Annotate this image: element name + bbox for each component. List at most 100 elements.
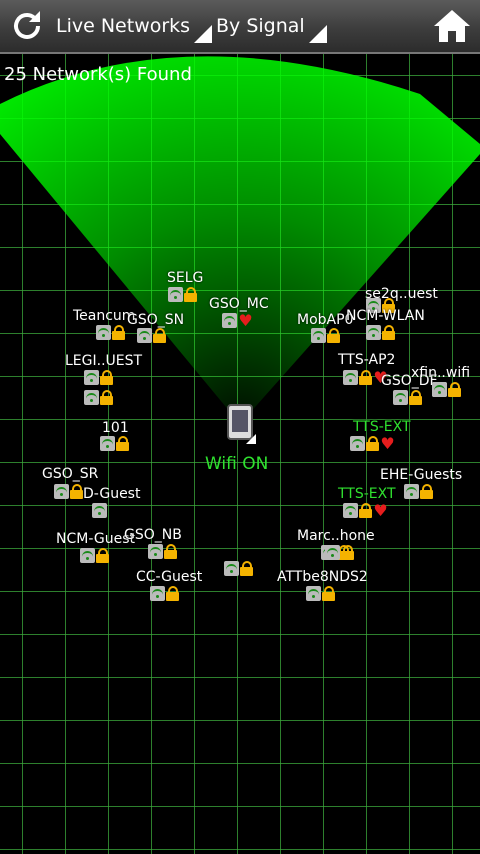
- network-node[interactable]: [168, 287, 197, 302]
- wifi-signal-icon: [150, 586, 165, 601]
- network-node[interactable]: [137, 328, 166, 343]
- dropdown-triangle-icon: [308, 25, 327, 43]
- wifi-signal-icon: [84, 370, 99, 385]
- network-node[interactable]: [100, 436, 129, 451]
- network-label[interactable]: ATTbe8NDS2: [277, 569, 368, 585]
- network-count: 25 Network(s) Found: [4, 64, 192, 85]
- lock-icon: [116, 436, 129, 451]
- network-label[interactable]: 101: [102, 420, 129, 436]
- refresh-button[interactable]: [6, 0, 48, 52]
- network-node[interactable]: ♥: [343, 501, 388, 520]
- lock-icon: [164, 544, 177, 559]
- wifi-signal-icon: [404, 484, 419, 499]
- network-node[interactable]: ♥: [222, 311, 253, 330]
- network-label[interactable]: GSO_SR: [42, 466, 98, 482]
- lock-icon: [359, 503, 372, 518]
- network-label[interactable]: SELG: [167, 270, 203, 286]
- lock-icon: [112, 325, 125, 340]
- network-label[interactable]: GSO_MC: [209, 296, 269, 312]
- wifi-signal-icon: [224, 561, 239, 576]
- wifi-signal-icon: [222, 313, 237, 328]
- lock-icon: [100, 390, 113, 405]
- network-label[interactable]: NCM-WLAN: [346, 308, 425, 324]
- view-mode-dropdown[interactable]: Live Networks: [56, 0, 213, 52]
- wifi-signal-icon: [311, 328, 326, 343]
- network-node[interactable]: [96, 325, 125, 340]
- wifi-signal-icon: [325, 545, 340, 560]
- network-node[interactable]: [80, 548, 109, 563]
- lock-icon: [166, 586, 179, 601]
- wifi-signal-icon: [343, 370, 358, 385]
- network-node[interactable]: [92, 503, 107, 518]
- home-button[interactable]: [430, 0, 474, 52]
- wifi-signal-icon: [80, 548, 95, 563]
- network-node[interactable]: [366, 325, 395, 340]
- network-label[interactable]: EHE-Guests: [380, 467, 462, 483]
- network-label[interactable]: GSO_NB: [124, 527, 182, 543]
- lock-icon: [327, 328, 340, 343]
- network-node[interactable]: [84, 390, 113, 405]
- network-label[interactable]: Marc..hone: [297, 528, 375, 544]
- lock-icon: [409, 390, 422, 405]
- sort-mode-dropdown[interactable]: By Signal: [216, 0, 327, 52]
- network-label[interactable]: xfin..wifi: [411, 365, 470, 381]
- network-node[interactable]: [306, 586, 335, 601]
- lock-icon: [366, 436, 379, 451]
- wifi-status-label: Wifi ON: [205, 454, 269, 474]
- network-node[interactable]: [393, 390, 422, 405]
- device-center[interactable]: [226, 404, 256, 444]
- network-label[interactable]: LEGI..UEST: [65, 353, 142, 369]
- network-node[interactable]: [150, 586, 179, 601]
- wifi-signal-icon: [306, 586, 321, 601]
- network-node[interactable]: [404, 484, 433, 499]
- wifi-signal-icon: [350, 436, 365, 451]
- heart-icon: ♥: [373, 501, 388, 520]
- lock-icon: [448, 382, 461, 397]
- wifi-signal-icon: [343, 503, 358, 518]
- lock-icon: [184, 287, 197, 302]
- top-toolbar: Live Networks By Signal: [0, 0, 480, 54]
- network-node[interactable]: [311, 328, 340, 343]
- wifi-signal-icon: [148, 544, 163, 559]
- network-node[interactable]: [325, 545, 354, 560]
- network-label[interactable]: MobAP0: [297, 312, 353, 328]
- lock-icon: [240, 561, 253, 576]
- wifi-signal-icon: [168, 287, 183, 302]
- wifi-signal-icon: [96, 325, 111, 340]
- wifi-signal-icon: [92, 503, 107, 518]
- wifi-signal-icon: [84, 390, 99, 405]
- refresh-icon: [14, 11, 40, 39]
- network-label[interactable]: TTS-EXT: [338, 486, 396, 502]
- heart-icon: ♥: [238, 311, 253, 330]
- heart-icon: ♥: [380, 434, 395, 453]
- network-label[interactable]: GSO_SN: [127, 312, 184, 328]
- lock-icon: [420, 484, 433, 499]
- network-node[interactable]: [84, 370, 113, 385]
- wifi-signal-icon: [393, 390, 408, 405]
- phone-icon: [227, 404, 256, 444]
- network-label[interactable]: TTS-AP2: [338, 352, 395, 368]
- view-mode-label: Live Networks: [56, 15, 191, 37]
- lock-icon: [341, 545, 354, 560]
- lock-icon: [153, 328, 166, 343]
- sort-mode-label: By Signal: [216, 15, 305, 37]
- network-label[interactable]: D-Guest: [83, 486, 140, 502]
- wifi-signal-icon: [100, 436, 115, 451]
- lock-icon: [322, 586, 335, 601]
- network-label[interactable]: CC-Guest: [136, 569, 202, 585]
- lock-icon: [382, 325, 395, 340]
- wifi-signal-icon: [366, 325, 381, 340]
- home-icon: [434, 10, 470, 42]
- wifi-signal-icon: [137, 328, 152, 343]
- lock-icon: [359, 370, 372, 385]
- network-node[interactable]: [54, 484, 83, 499]
- network-node[interactable]: ♥: [350, 434, 395, 453]
- network-node[interactable]: [148, 544, 177, 559]
- network-node[interactable]: [432, 382, 461, 397]
- network-label[interactable]: TTS-EXT: [353, 419, 411, 435]
- network-node[interactable]: [224, 561, 253, 576]
- lock-icon: [96, 548, 109, 563]
- lock-icon: [70, 484, 83, 499]
- wifi-signal-icon: [432, 382, 447, 397]
- dropdown-triangle-icon: [194, 25, 213, 43]
